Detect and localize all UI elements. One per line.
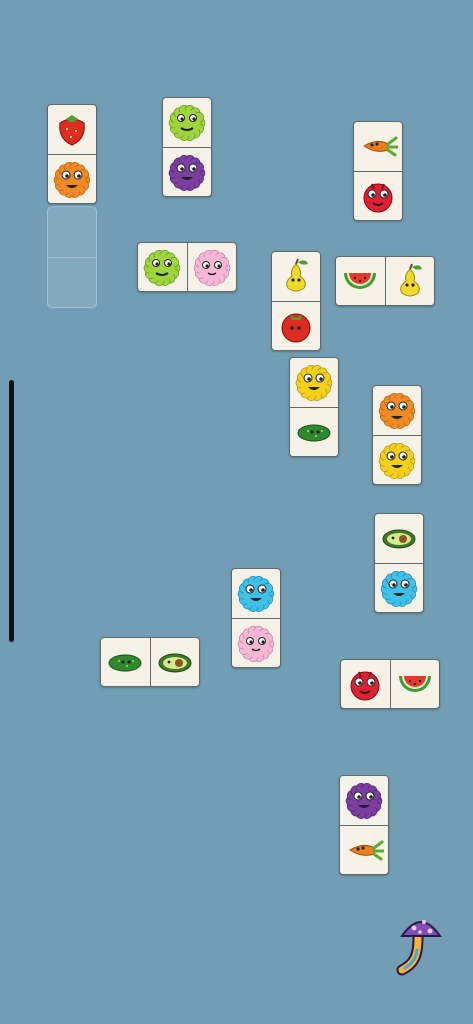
domino-half	[163, 98, 211, 147]
domino-half	[138, 243, 187, 291]
domino-tile[interactable]	[340, 659, 440, 709]
domino-tile[interactable]	[374, 513, 424, 613]
domino-half	[341, 660, 390, 708]
domino-half	[186, 243, 237, 291]
domino-tile[interactable]	[137, 242, 237, 292]
domino-half	[272, 252, 320, 301]
domino-half	[373, 386, 421, 435]
pink-monster-icon	[193, 250, 231, 286]
domino-half	[384, 257, 435, 305]
domino-half	[389, 660, 440, 708]
domino-half	[354, 170, 402, 221]
domino-half	[375, 562, 423, 613]
scrollbar[interactable]	[9, 380, 14, 642]
domino-half	[336, 257, 385, 305]
game-board	[0, 0, 473, 1024]
carrot-icon	[349, 840, 384, 861]
domino-tile[interactable]	[47, 104, 97, 204]
yellow-monster-icon	[378, 442, 416, 479]
watermelon-icon	[398, 676, 431, 692]
watermelon-icon	[344, 273, 377, 289]
avocado-icon	[158, 653, 192, 673]
empty-domino-slot	[47, 206, 97, 308]
pear-icon	[286, 258, 308, 292]
domino-tile[interactable]	[231, 568, 281, 668]
strawberry-icon	[59, 115, 85, 146]
domino-half	[48, 105, 96, 154]
pink-monster-icon	[237, 625, 275, 662]
blue-monster-icon	[380, 570, 418, 607]
domino-tile[interactable]	[353, 121, 403, 221]
domino-tile[interactable]	[289, 357, 339, 457]
domino-half	[290, 406, 338, 457]
blue-monster-icon	[237, 576, 275, 613]
domino-half	[354, 122, 402, 171]
domino-half	[101, 638, 150, 686]
tomato-icon	[281, 313, 311, 343]
domino-half	[290, 358, 338, 407]
purple-monster-icon	[168, 154, 206, 191]
undo-button[interactable]	[396, 906, 446, 978]
orange-monster-icon	[378, 393, 416, 430]
domino-tile[interactable]	[372, 385, 422, 485]
domino-half	[48, 153, 96, 204]
domino-tile[interactable]	[335, 256, 435, 306]
domino-half	[232, 569, 280, 618]
domino-half	[149, 638, 200, 686]
domino-half	[163, 146, 211, 197]
domino-half	[340, 824, 388, 875]
domino-half	[340, 776, 388, 825]
purple-monster-icon	[345, 783, 383, 820]
avocado-icon	[382, 529, 416, 549]
pear-icon	[399, 263, 422, 297]
yellow-monster-icon	[295, 365, 333, 402]
domino-half	[373, 434, 421, 485]
domino-tile[interactable]	[100, 637, 200, 687]
green-monster-icon	[168, 105, 206, 142]
carrot-icon	[363, 136, 398, 157]
orange-monster-icon	[53, 161, 91, 198]
green-monster-icon	[143, 250, 181, 286]
domino-tile[interactable]	[339, 775, 389, 875]
domino-tile[interactable]	[271, 251, 321, 351]
red-monster-icon	[363, 183, 393, 213]
domino-half	[375, 514, 423, 563]
domino-tile[interactable]	[162, 97, 212, 197]
domino-half	[272, 300, 320, 351]
cucumber-icon	[108, 654, 142, 672]
domino-half	[232, 617, 280, 668]
mushroom-arrow-icon	[396, 920, 442, 976]
red-monster-icon	[350, 671, 380, 701]
cucumber-icon	[297, 424, 331, 442]
